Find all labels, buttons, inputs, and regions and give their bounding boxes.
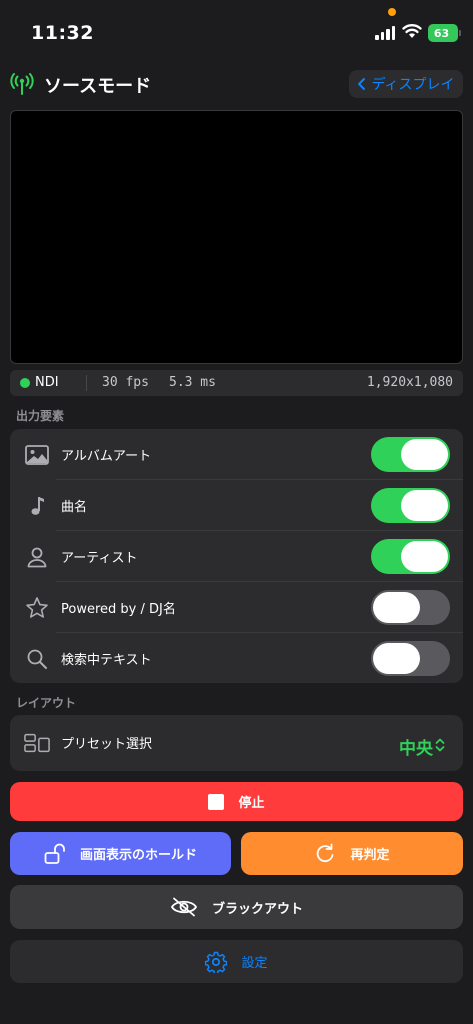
star-icon (24, 595, 50, 621)
eye-slash-icon (170, 897, 198, 917)
magnifier-icon (24, 646, 50, 672)
chevron-left-icon (358, 78, 366, 90)
output-section-title: 出力要素 (16, 409, 65, 423)
hold-button-label: 画面表示のホールド (79, 848, 197, 863)
status-time: 11:32 (31, 22, 94, 44)
output-row-artist: アーティスト (10, 531, 463, 582)
page-title: ソースモード (44, 76, 152, 97)
output-label-song-title: 曲名 (61, 500, 88, 515)
antenna-icon (10, 73, 34, 95)
blackout-button-label: ブラックアウト (211, 901, 303, 917)
output-row-song-title: 曲名 (10, 480, 463, 531)
video-preview (10, 110, 463, 364)
stop-icon (208, 793, 225, 810)
hold-display-button[interactable]: 画面表示のホールド (10, 832, 231, 875)
preset-row[interactable]: プリセット選択 中央 (10, 717, 463, 769)
output-label-searching-text: 検索中テキスト (61, 653, 152, 668)
preset-label: プリセット選択 (61, 737, 153, 752)
back-button-label: ディスプレイ (371, 77, 455, 93)
output-label-artist: アーティスト (61, 551, 138, 566)
header: ソースモード ディスプレイ (0, 62, 473, 106)
source-type: NDI (35, 375, 59, 390)
output-label-album-art: アルバムアート (61, 449, 152, 464)
info-divider (86, 375, 87, 391)
layout-section-title: レイアウト (16, 696, 77, 710)
refresh-icon (317, 843, 334, 862)
battery-icon: 63 (428, 24, 461, 42)
toggle-album-art[interactable] (371, 437, 450, 472)
resolution-readout: 1,920x1,080 (366, 375, 453, 390)
preset-value[interactable]: 中央 (399, 734, 433, 759)
rejudge-button-label: 再判定 (350, 848, 390, 863)
source-info-bar: NDI 30 fps 5.3 ms 1,920x1,080 (10, 370, 463, 396)
photo-icon (24, 442, 50, 468)
gear-icon (205, 951, 228, 973)
latency-readout: 5.3 ms (169, 375, 216, 390)
settings-button[interactable]: 設定 (10, 940, 463, 983)
toggle-powered-by[interactable] (371, 590, 450, 625)
back-button[interactable]: ディスプレイ (349, 70, 463, 98)
ndi-status-dot (20, 378, 30, 388)
rejudge-button[interactable]: 再判定 (241, 832, 463, 875)
wifi-icon (402, 24, 422, 38)
output-row-searching-text: 検索中テキスト (10, 633, 463, 684)
settings-button-label: 設定 (241, 956, 268, 971)
toggle-song-title[interactable] (371, 488, 450, 523)
output-label-powered-by: Powered by / DJ名 (61, 602, 176, 617)
toggle-artist[interactable] (371, 539, 450, 574)
fps-readout: 30 fps (102, 375, 149, 390)
output-elements-card: アルバムアート 曲名 アーティスト Powered by / DJ名 検索中テキ… (10, 429, 463, 683)
toggle-searching-text[interactable] (371, 641, 450, 676)
layout-icon (24, 730, 50, 756)
unlock-icon (44, 843, 65, 864)
music-note-icon (24, 493, 50, 519)
stop-button-label: 停止 (238, 796, 265, 811)
chevron-up-down-icon (435, 738, 445, 752)
blackout-button[interactable]: ブラックアウト (10, 885, 463, 929)
output-row-powered-by: Powered by / DJ名 (10, 582, 463, 633)
person-icon (24, 544, 50, 570)
output-row-album-art: アルバムアート (10, 429, 463, 480)
cellular-signal-icon (375, 26, 395, 40)
stop-button[interactable]: 停止 (10, 782, 463, 821)
preset-selector[interactable]: プリセット選択 中央 (10, 715, 463, 771)
recording-indicator (388, 8, 396, 16)
battery-level: 63 (433, 26, 450, 40)
status-bar: 11:32 63 (0, 0, 473, 60)
